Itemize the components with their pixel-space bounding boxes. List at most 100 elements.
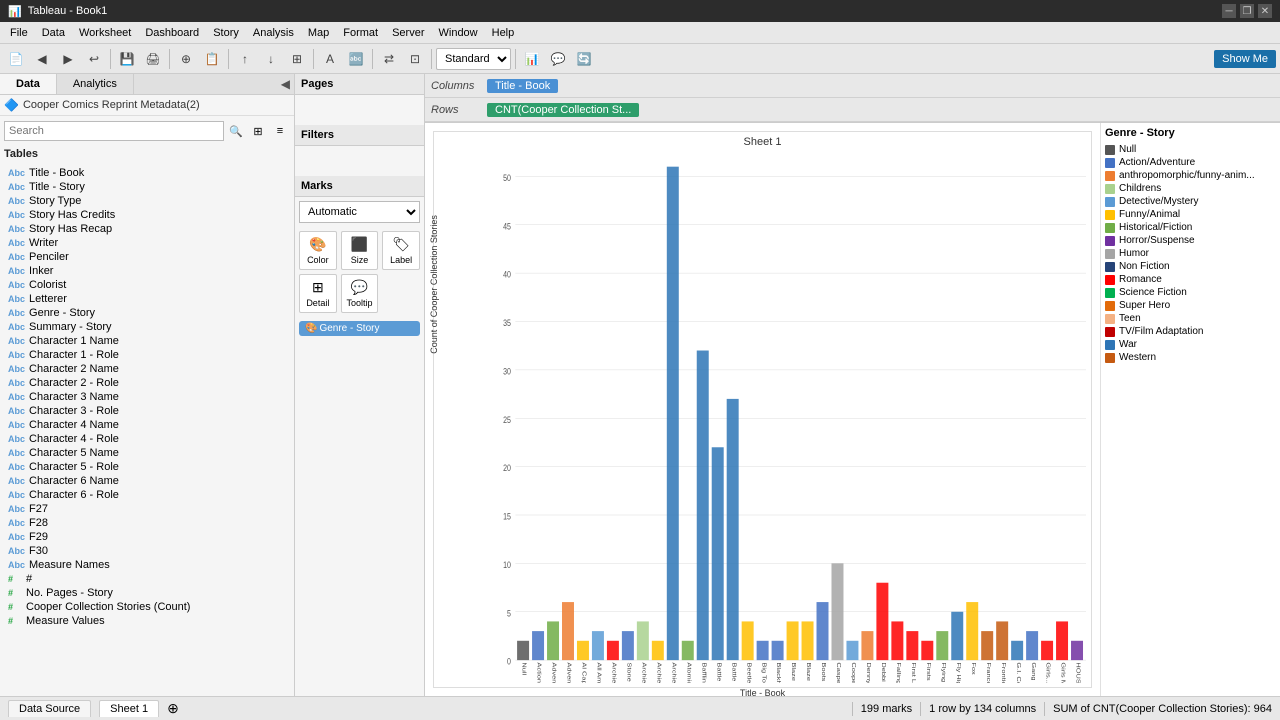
print-button[interactable]: 🖨 bbox=[141, 47, 165, 71]
size-mark-button[interactable]: ⬛ Size bbox=[341, 231, 379, 270]
detail-mark-button[interactable]: ⊞ Detail bbox=[299, 274, 337, 313]
field-name: Character 1 - Role bbox=[29, 349, 119, 361]
marks-type-dropdown[interactable]: Automatic bbox=[299, 201, 420, 223]
menu-map[interactable]: Map bbox=[302, 25, 335, 41]
field-char5role[interactable]: Abc Character 5 - Role bbox=[4, 460, 290, 474]
field-title-book[interactable]: Abc Title - Book bbox=[4, 166, 290, 180]
label-mark-button[interactable]: 🏷 Label bbox=[382, 231, 420, 270]
field-measure-names[interactable]: Abc Measure Names bbox=[4, 558, 290, 572]
connect-button[interactable]: ⊕ bbox=[174, 47, 198, 71]
legend-item-label: Science Fiction bbox=[1119, 287, 1187, 298]
field-char4role[interactable]: Abc Character 4 - Role bbox=[4, 432, 290, 446]
sort-asc-button[interactable]: ↑ bbox=[233, 47, 257, 71]
tooltip-button[interactable]: 💬 bbox=[546, 47, 570, 71]
field-letterer[interactable]: Abc Letterer bbox=[4, 292, 290, 306]
tab-analytics[interactable]: Analytics bbox=[57, 74, 134, 94]
standard-dropdown[interactable]: Standard bbox=[436, 48, 511, 70]
forward-button[interactable]: ▶ bbox=[56, 47, 80, 71]
tab-data[interactable]: Data bbox=[0, 74, 57, 94]
field-char3role[interactable]: Abc Character 3 - Role bbox=[4, 404, 290, 418]
chart-svg: 05101520253035404550NullAction-ComicsAdv… bbox=[489, 157, 1086, 683]
sort-fields-button[interactable]: ≡ bbox=[270, 121, 290, 141]
menu-dashboard[interactable]: Dashboard bbox=[139, 25, 205, 41]
measure-icon: # bbox=[8, 616, 22, 626]
bars-button[interactable]: 📊 bbox=[520, 47, 544, 71]
save-button[interactable]: 💾 bbox=[115, 47, 139, 71]
svg-text:Blaze: Blaze bbox=[790, 662, 796, 681]
field-char4name[interactable]: Abc Character 4 Name bbox=[4, 418, 290, 432]
new-button[interactable]: 📄 bbox=[4, 47, 28, 71]
field-no-pages[interactable]: # No. Pages - Story bbox=[4, 586, 290, 600]
field-char1name[interactable]: Abc Character 1 Name bbox=[4, 334, 290, 348]
field-char2role[interactable]: Abc Character 2 - Role bbox=[4, 376, 290, 390]
minimize-button[interactable]: ─ bbox=[1222, 4, 1236, 18]
field-char2name[interactable]: Abc Character 2 Name bbox=[4, 362, 290, 376]
menu-story[interactable]: Story bbox=[207, 25, 245, 41]
field-cooper-count[interactable]: # Cooper Collection Stories (Count) bbox=[4, 600, 290, 614]
menu-window[interactable]: Window bbox=[433, 25, 484, 41]
field-char6role[interactable]: Abc Character 6 - Role bbox=[4, 488, 290, 502]
field-f30[interactable]: Abc F30 bbox=[4, 544, 290, 558]
menu-analysis[interactable]: Analysis bbox=[247, 25, 300, 41]
legend-item: Historical/Fiction bbox=[1105, 221, 1276, 234]
field-inker[interactable]: Abc Inker bbox=[4, 264, 290, 278]
separator bbox=[852, 702, 853, 716]
field-char3name[interactable]: Abc Character 3 Name bbox=[4, 390, 290, 404]
add-sheet-button[interactable]: ⊕ bbox=[167, 700, 179, 717]
field-name: Story Type bbox=[29, 195, 81, 207]
menu-file[interactable]: File bbox=[4, 25, 34, 41]
show-me-button[interactable]: Show Me bbox=[1214, 50, 1276, 68]
field-measure-values[interactable]: # Measure Values bbox=[4, 614, 290, 628]
highlight-button[interactable]: A bbox=[318, 47, 342, 71]
field-summary[interactable]: Abc Summary - Story bbox=[4, 320, 290, 334]
dim-icon: Abc bbox=[8, 350, 25, 360]
refresh-button[interactable]: 🔄 bbox=[572, 47, 596, 71]
dim-icon: Abc bbox=[8, 546, 25, 556]
tooltip-mark-button[interactable]: 💬 Tooltip bbox=[341, 274, 379, 313]
menu-data[interactable]: Data bbox=[36, 25, 71, 41]
back-button[interactable]: ◀ bbox=[30, 47, 54, 71]
field-f27[interactable]: Abc F27 bbox=[4, 502, 290, 516]
field-name: # bbox=[26, 573, 32, 585]
search-input[interactable] bbox=[4, 121, 224, 141]
legend-color-swatch bbox=[1105, 314, 1115, 324]
datasource-tab[interactable]: Data Source bbox=[8, 700, 91, 717]
close-button[interactable]: ✕ bbox=[1258, 4, 1272, 18]
menu-help[interactable]: Help bbox=[486, 25, 521, 41]
field-story-recap[interactable]: Abc Story Has Recap bbox=[4, 222, 290, 236]
field-f29[interactable]: Abc F29 bbox=[4, 530, 290, 544]
sheet1-tab[interactable]: Sheet 1 bbox=[99, 700, 159, 717]
field-f28[interactable]: Abc F28 bbox=[4, 516, 290, 530]
label-button[interactable]: 🔤 bbox=[344, 47, 368, 71]
color-mark-button[interactable]: 🎨 Color bbox=[299, 231, 337, 270]
menu-format[interactable]: Format bbox=[337, 25, 384, 41]
row-pill[interactable]: CNT(Cooper Collection St... bbox=[487, 103, 639, 117]
column-pill[interactable]: Title - Book bbox=[487, 79, 558, 93]
collapse-panel-button[interactable]: ◀ bbox=[277, 74, 294, 94]
search-button[interactable]: 🔍 bbox=[226, 121, 246, 141]
field-hash[interactable]: # # bbox=[4, 572, 290, 586]
swap-button[interactable]: ⇄ bbox=[377, 47, 401, 71]
fit-button[interactable]: ⊡ bbox=[403, 47, 427, 71]
field-name: Cooper Collection Stories (Count) bbox=[26, 601, 190, 613]
field-penciler[interactable]: Abc Penciler bbox=[4, 250, 290, 264]
field-story-credits[interactable]: Abc Story Has Credits bbox=[4, 208, 290, 222]
field-char5name[interactable]: Abc Character 5 Name bbox=[4, 446, 290, 460]
sort-desc-button[interactable]: ↓ bbox=[259, 47, 283, 71]
field-genre-story[interactable]: Abc Genre - Story bbox=[4, 306, 290, 320]
undo-button[interactable]: ↩ bbox=[82, 47, 106, 71]
field-title-story[interactable]: Abc Title - Story bbox=[4, 180, 290, 194]
menu-server[interactable]: Server bbox=[386, 25, 430, 41]
field-writer[interactable]: Abc Writer bbox=[4, 236, 290, 250]
paste-button[interactable]: 📋 bbox=[200, 47, 224, 71]
menu-worksheet[interactable]: Worksheet bbox=[73, 25, 137, 41]
genre-pill[interactable]: 🎨 Genre - Story bbox=[299, 321, 420, 336]
field-colorist[interactable]: Abc Colorist bbox=[4, 278, 290, 292]
field-char6name[interactable]: Abc Character 6 Name bbox=[4, 474, 290, 488]
window-title: Tableau - Book1 bbox=[28, 5, 108, 17]
filter-button[interactable]: ⊞ bbox=[285, 47, 309, 71]
filter-fields-button[interactable]: ⊞ bbox=[248, 121, 268, 141]
field-story-type[interactable]: Abc Story Type bbox=[4, 194, 290, 208]
field-char1role[interactable]: Abc Character 1 - Role bbox=[4, 348, 290, 362]
restore-button[interactable]: ❐ bbox=[1240, 4, 1254, 18]
